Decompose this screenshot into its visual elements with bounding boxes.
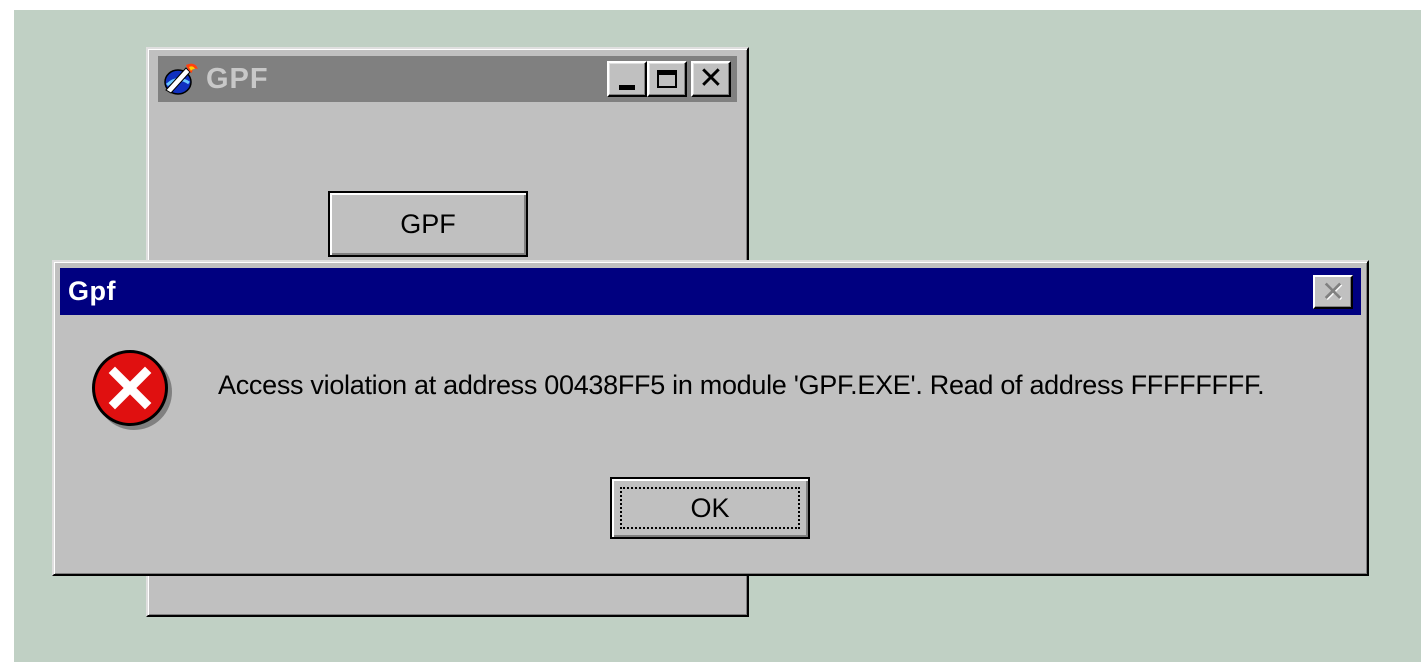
maximize-button[interactable]	[647, 61, 687, 97]
gpf-button-label: GPF	[400, 208, 456, 239]
dialog-titlebar[interactable]: Gpf ✕	[60, 268, 1361, 315]
close-button[interactable]: ✕	[691, 61, 731, 97]
error-message: Access violation at address 00438FF5 in …	[218, 370, 1265, 400]
flame-globe-app-icon	[164, 63, 198, 95]
error-icon	[92, 350, 172, 430]
caption-buttons: ✕	[607, 61, 731, 97]
dialog-title: Gpf	[68, 276, 116, 306]
minimize-icon	[619, 84, 635, 90]
dialog-close-button[interactable]: ✕	[1313, 275, 1353, 309]
ok-button[interactable]: OK	[610, 477, 810, 539]
close-icon: ✕	[698, 61, 724, 96]
error-dialog: Gpf ✕ Access violation at address 00438F…	[52, 260, 1369, 576]
minimize-button[interactable]	[607, 61, 647, 97]
gpf-window-titlebar[interactable]: GPF ✕	[158, 56, 737, 102]
window-title: GPF	[206, 62, 269, 95]
maximize-icon	[657, 70, 677, 88]
ok-button-label: OK	[690, 492, 730, 523]
gpf-button[interactable]: GPF	[328, 191, 528, 257]
close-icon: ✕	[1321, 275, 1345, 308]
